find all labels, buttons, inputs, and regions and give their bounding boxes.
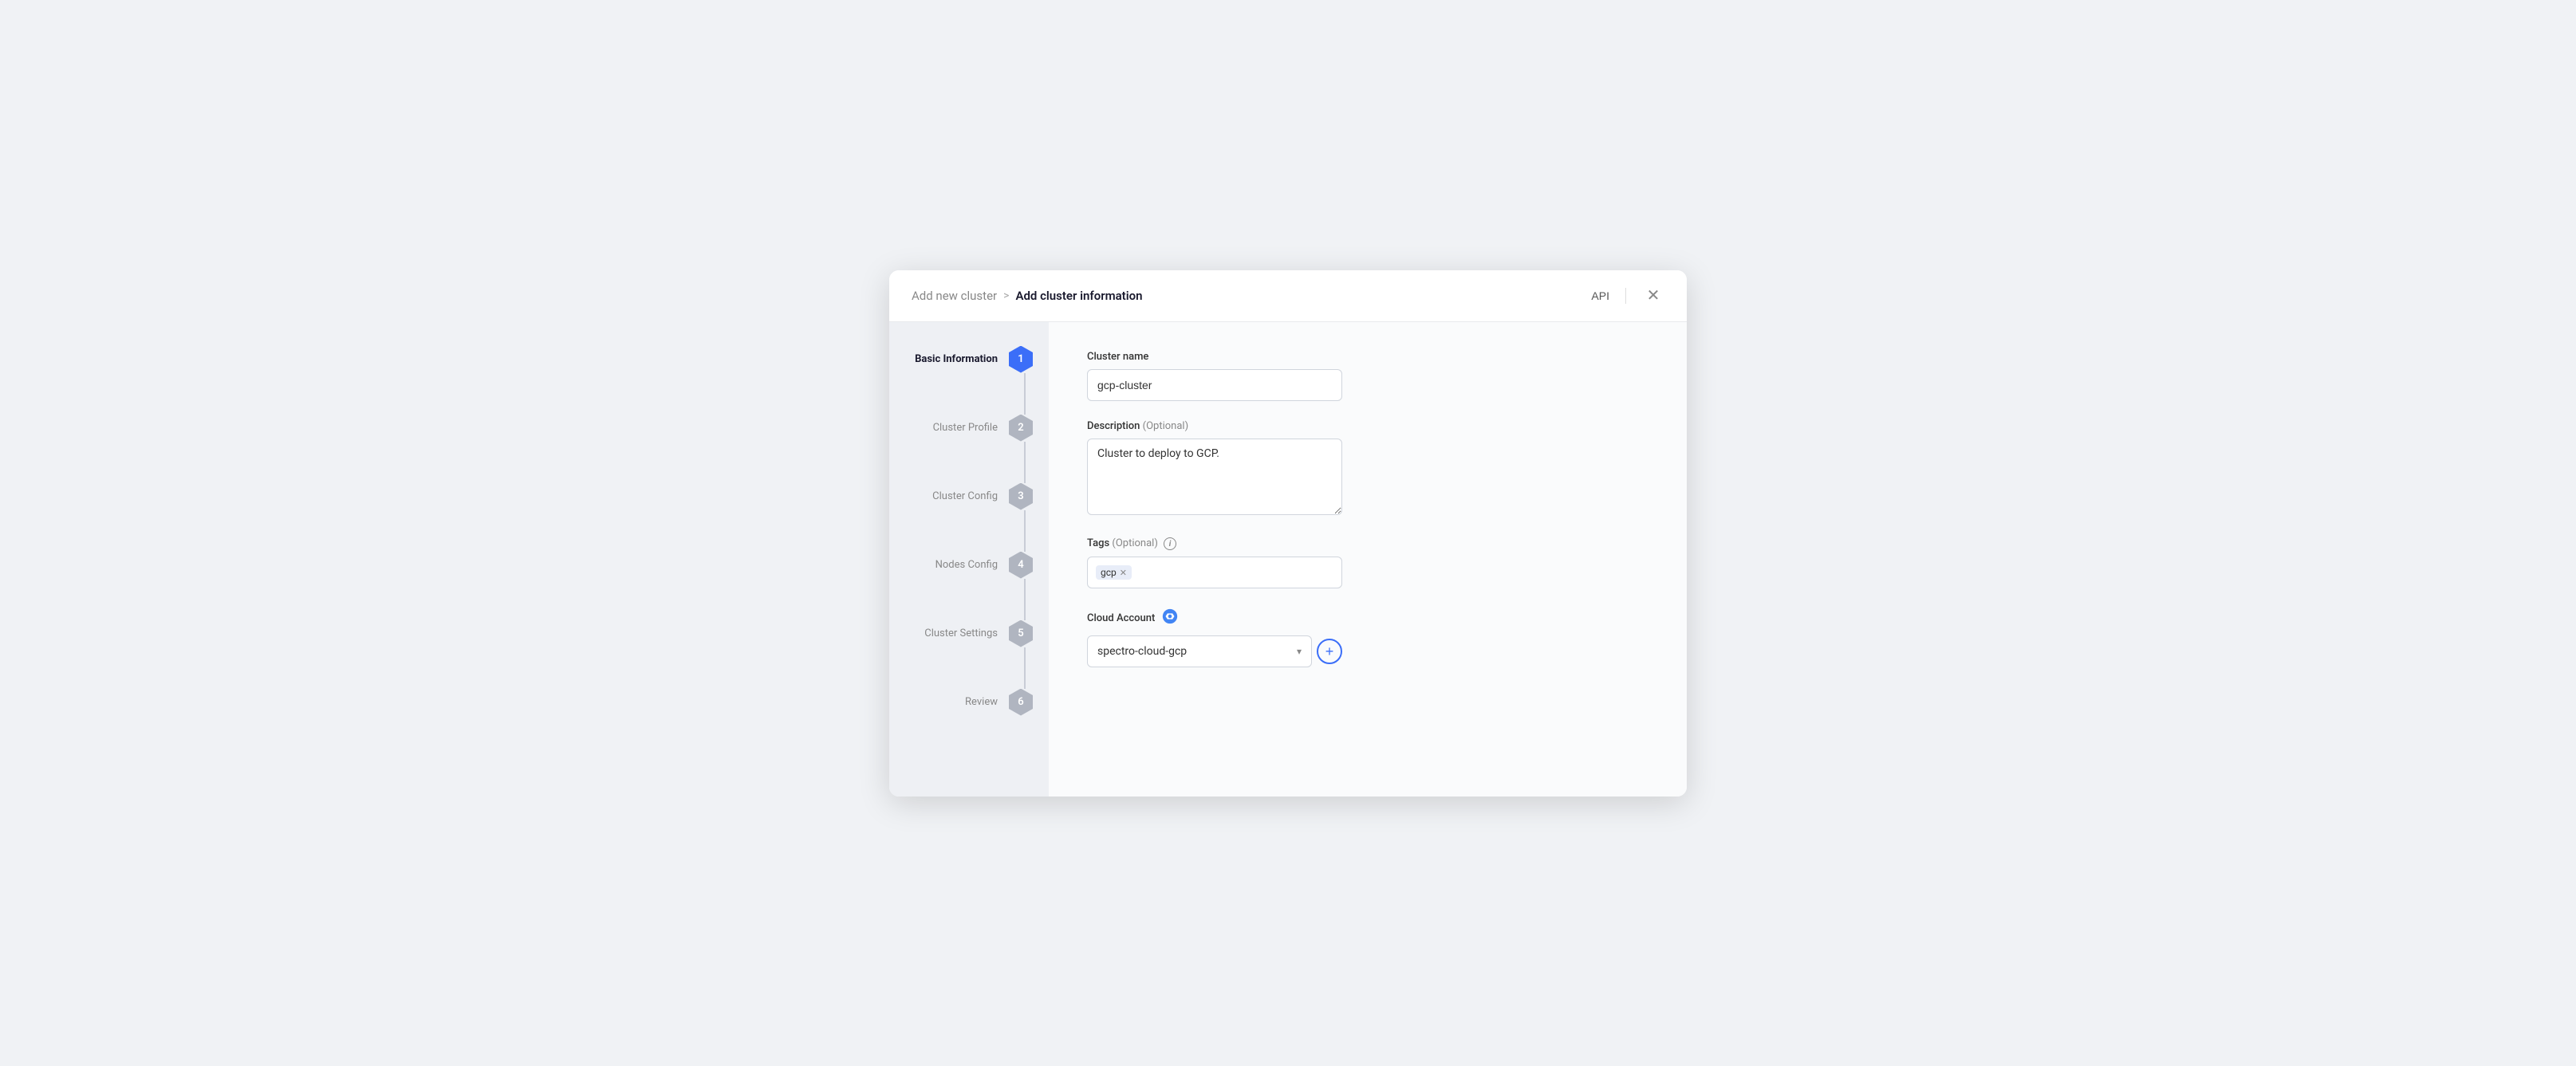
- tag-remove-gcp[interactable]: ✕: [1120, 568, 1127, 577]
- close-button[interactable]: ✕: [1642, 285, 1664, 307]
- sidebar: Basic Information 1 Cluster Profile 2: [889, 322, 1049, 797]
- main-content: Cluster name Description (Optional) Clus…: [1049, 322, 1687, 797]
- cloud-select-box[interactable]: spectro-cloud-gcp ▾: [1087, 635, 1312, 667]
- connector-2-3: [1024, 442, 1026, 483]
- step-item-2[interactable]: Cluster Profile 2: [889, 415, 1049, 442]
- modal-header: Add new cluster > Add cluster informatio…: [889, 270, 1687, 322]
- description-textarea[interactable]: Cluster to deploy to GCP.: [1087, 439, 1342, 515]
- breadcrumb-separator: >: [1003, 289, 1009, 302]
- connector-1-2: [1024, 373, 1026, 415]
- step-badge-4: 4: [1009, 552, 1033, 579]
- step-label-1: Basic Information: [889, 353, 998, 365]
- step-item-3[interactable]: Cluster Config 3: [889, 483, 1049, 510]
- chevron-down-icon: ▾: [1297, 646, 1302, 657]
- add-icon: +: [1325, 643, 1334, 660]
- step-badge-5: 5: [1009, 620, 1033, 647]
- header-right: API ✕: [1591, 285, 1664, 307]
- breadcrumb: Add new cluster > Add cluster informatio…: [912, 289, 1143, 303]
- cluster-name-input[interactable]: [1087, 369, 1342, 401]
- step-badge-1: 1: [1009, 346, 1033, 373]
- connector-4-5: [1024, 579, 1026, 620]
- step-item-5[interactable]: Cluster Settings 5: [889, 620, 1049, 647]
- cloud-account-selected: spectro-cloud-gcp: [1097, 645, 1187, 658]
- modal-body: Basic Information 1 Cluster Profile 2: [889, 322, 1687, 797]
- tag-value-gcp: gcp: [1101, 567, 1117, 578]
- breadcrumb-parent: Add new cluster: [912, 289, 997, 303]
- step-item-1[interactable]: Basic Information 1: [889, 346, 1049, 373]
- step-badge-2: 2: [1009, 415, 1033, 442]
- cloud-account-group: Cloud Account: [1087, 608, 1648, 667]
- step-badge-6: 6: [1009, 689, 1033, 716]
- connector-3-4: [1024, 510, 1026, 552]
- modal-container: Add new cluster > Add cluster informatio…: [889, 270, 1687, 797]
- step-label-5: Cluster Settings: [889, 627, 998, 639]
- tags-label: Tags (Optional) i: [1087, 537, 1648, 551]
- step-label-4: Nodes Config: [889, 559, 998, 571]
- cluster-name-group: Cluster name: [1087, 351, 1648, 401]
- step-item-4[interactable]: Nodes Config 4: [889, 552, 1049, 579]
- add-account-button[interactable]: +: [1317, 639, 1342, 664]
- tags-group: Tags (Optional) i gcp ✕: [1087, 537, 1648, 589]
- cloud-select-wrapper: spectro-cloud-gcp ▾ +: [1087, 635, 1342, 667]
- connector-5-6: [1024, 647, 1026, 689]
- header-divider: [1625, 288, 1626, 304]
- step-label-6: Review: [889, 696, 998, 708]
- tag-chip-gcp: gcp ✕: [1096, 565, 1132, 580]
- tags-input-wrapper[interactable]: gcp ✕: [1087, 557, 1342, 588]
- step-badge-3: 3: [1009, 483, 1033, 510]
- description-label: Description (Optional): [1087, 420, 1648, 432]
- sidebar-steps: Basic Information 1 Cluster Profile 2: [889, 346, 1049, 716]
- step-label-2: Cluster Profile: [889, 422, 998, 434]
- cluster-name-label: Cluster name: [1087, 351, 1648, 363]
- gcp-icon: [1161, 608, 1179, 629]
- cloud-account-label: Cloud Account: [1087, 612, 1155, 624]
- breadcrumb-current: Add cluster information: [1015, 289, 1142, 303]
- description-group: Description (Optional) Cluster to deploy…: [1087, 420, 1648, 518]
- tags-info-icon: i: [1164, 537, 1176, 550]
- cloud-account-row: Cloud Account: [1087, 608, 1648, 629]
- step-item-6[interactable]: Review 6: [889, 689, 1049, 716]
- api-button[interactable]: API: [1591, 289, 1609, 302]
- step-label-3: Cluster Config: [889, 490, 998, 502]
